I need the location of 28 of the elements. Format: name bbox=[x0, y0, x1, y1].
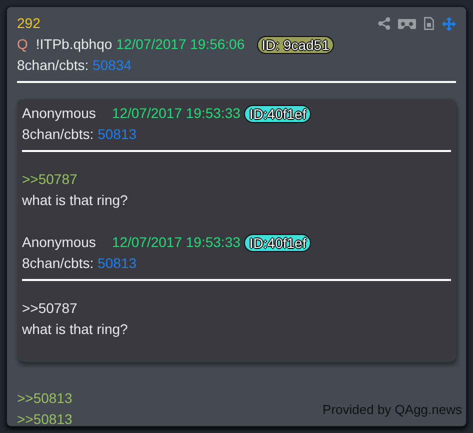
timestamp: 12/07/2017 19:53:33 bbox=[112, 104, 240, 123]
timestamp: 12/07/2017 19:56:06 bbox=[116, 35, 245, 54]
reply-link[interactable]: >>50787 bbox=[22, 169, 451, 190]
post-number: 292 bbox=[17, 14, 40, 33]
timestamp: 12/07/2017 19:53:33 bbox=[112, 233, 240, 252]
post-text: what is that ring? bbox=[22, 320, 129, 339]
id-badge: ID:40f1ef bbox=[244, 234, 312, 252]
post-link[interactable]: 50834 bbox=[92, 57, 132, 73]
post-link[interactable]: 50813 bbox=[98, 255, 137, 271]
post-link[interactable]: 50813 bbox=[98, 126, 137, 142]
tripcode: !ITPb.qbhqo bbox=[36, 35, 112, 54]
id-badge: ID: 9cad51 bbox=[256, 36, 334, 54]
author-name: Anonymous bbox=[22, 104, 96, 123]
board-label: 8chan/cbts: bbox=[17, 57, 89, 73]
reply-link[interactable]: >>50813 bbox=[17, 388, 72, 409]
post-text: >>50787 bbox=[22, 299, 78, 318]
id-badge: ID:40f1ef bbox=[244, 104, 312, 122]
post-text: what is that ring? bbox=[22, 191, 129, 210]
q-mark: Q bbox=[17, 35, 28, 54]
document-icon[interactable] bbox=[424, 17, 434, 30]
footer-credit: Provided by QAgg.news bbox=[322, 401, 462, 419]
goggles-icon[interactable] bbox=[398, 18, 416, 28]
board-label: 8chan/cbts: bbox=[22, 126, 94, 142]
reply-link[interactable]: >>50813 bbox=[17, 409, 72, 430]
board-label: 8chan/cbts: bbox=[22, 255, 94, 271]
share-icon[interactable] bbox=[378, 17, 390, 30]
author-name: Anonymous bbox=[22, 233, 96, 252]
move-icon[interactable] bbox=[442, 16, 456, 30]
